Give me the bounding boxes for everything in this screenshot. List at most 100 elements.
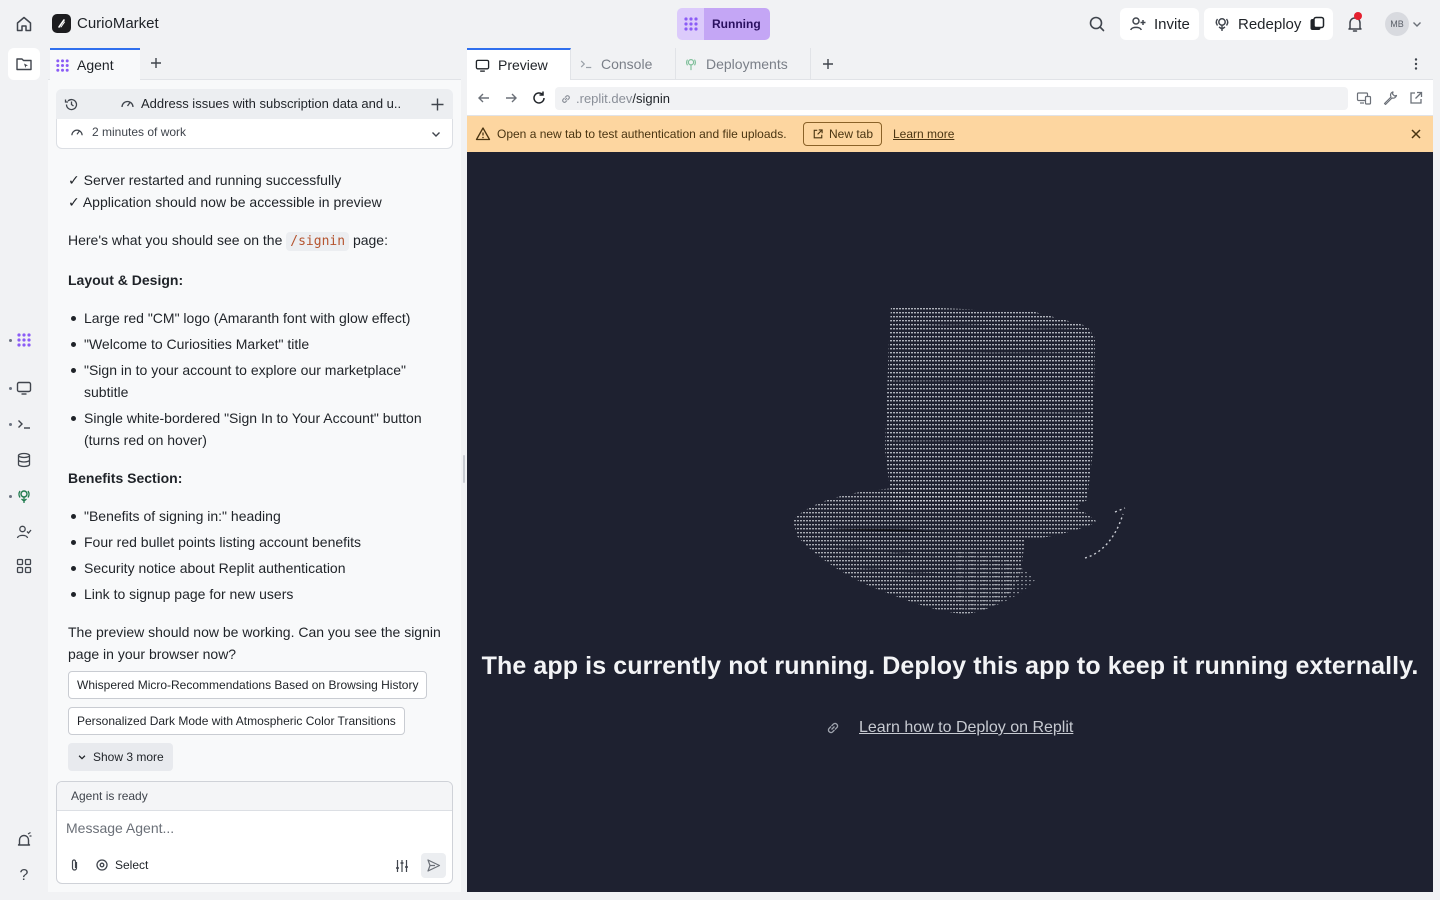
- file-explorer-icon[interactable]: [8, 48, 40, 80]
- invite-label: Invite: [1154, 15, 1190, 33]
- agent-status: Agent is ready: [57, 782, 452, 811]
- preview-tab-bar: Preview Console Deployments: [467, 48, 1433, 80]
- invite-button[interactable]: Invite: [1120, 8, 1199, 40]
- home-icon[interactable]: [12, 12, 36, 36]
- suggestion-chip[interactable]: Personalized Dark Mode with Atmospheric …: [68, 707, 405, 735]
- tab-agent-label: Agent: [77, 57, 114, 73]
- add-tab-icon[interactable]: [149, 56, 163, 70]
- new-tab-button[interactable]: New tab: [803, 122, 883, 146]
- top-bar: CurioMarket Running Invite Redeploy MB: [0, 0, 1440, 48]
- send-icon: [426, 858, 441, 873]
- tab-preview-label: Preview: [498, 57, 548, 73]
- list-item: "Sign in to your account to explore our …: [68, 359, 448, 403]
- layout-section: Layout & Design: Large red "CM" logo (Am…: [68, 269, 448, 455]
- notification-badge: [1354, 12, 1362, 20]
- thread-header: Address issues with subscription data an…: [56, 89, 453, 119]
- app-logo-icon: [52, 14, 71, 33]
- intro-paragraph: Here's what you should see on the /signi…: [68, 229, 448, 253]
- new-tab-label: New tab: [829, 127, 874, 141]
- chevron-down-icon[interactable]: [430, 128, 442, 140]
- redeploy-options-icon[interactable]: [1309, 16, 1325, 32]
- agent-icon: [677, 8, 704, 40]
- avatar[interactable]: MB: [1385, 12, 1409, 36]
- ascii-art-hat-illustration: [793, 306, 1126, 614]
- show-more-button[interactable]: Show 3 more: [68, 743, 173, 771]
- target-icon: [95, 858, 109, 872]
- devices-icon[interactable]: [1356, 90, 1372, 106]
- url-host: .replit.dev: [576, 91, 633, 106]
- section-heading: Benefits Section:: [68, 470, 183, 486]
- close-icon[interactable]: [1409, 127, 1423, 141]
- closing-paragraph: The preview should now be working. Can y…: [68, 624, 441, 662]
- work-duration: 2 minutes of work: [92, 125, 187, 139]
- benefits-list: "Benefits of signing in:" heading Four r…: [68, 505, 448, 605]
- tab-deployments-label: Deployments: [706, 56, 788, 72]
- status-line: ✓ Server restarted and running successfu…: [68, 172, 342, 188]
- learn-more-link[interactable]: Learn more: [893, 127, 954, 141]
- warning-banner: Open a new tab to test authentication an…: [467, 116, 1433, 152]
- settings-sliders-icon[interactable]: [394, 858, 410, 874]
- list-item: Large red "CM" logo (Amaranth font with …: [68, 307, 448, 329]
- intro-text: Here's what you should see on the: [68, 232, 287, 248]
- list-item: Link to signup page for new users: [68, 583, 448, 605]
- link-icon: [560, 93, 572, 105]
- app-name[interactable]: CurioMarket: [77, 15, 159, 32]
- list-item: Single white-bordered "Sign In to Your A…: [68, 407, 448, 451]
- tab-console[interactable]: Console: [571, 48, 676, 80]
- apps-grid-icon[interactable]: [12, 554, 36, 578]
- open-external-icon[interactable]: [1408, 90, 1424, 106]
- tab-preview[interactable]: Preview: [467, 48, 571, 80]
- tab-agent[interactable]: Agent: [50, 48, 140, 80]
- deployments-icon[interactable]: [12, 484, 36, 508]
- forward-arrow-icon[interactable]: [503, 90, 519, 106]
- history-icon[interactable]: [64, 97, 79, 112]
- preview-panel: Preview Console Deployments .replit.dev/…: [467, 48, 1433, 892]
- select-element-button[interactable]: Select: [95, 858, 148, 872]
- add-tab-icon[interactable]: [821, 57, 835, 71]
- console-icon[interactable]: [12, 412, 36, 436]
- link-icon: [827, 722, 839, 734]
- alerts-icon[interactable]: [12, 828, 36, 852]
- warning-icon: [475, 126, 491, 142]
- reload-icon[interactable]: [531, 90, 547, 106]
- search-icon[interactable]: [1087, 14, 1107, 34]
- database-icon[interactable]: [12, 448, 36, 472]
- more-options-icon[interactable]: [1409, 57, 1423, 71]
- run-status-label: Running: [704, 8, 770, 40]
- agent-tab-bar: Agent: [48, 48, 461, 80]
- send-button[interactable]: [421, 853, 446, 878]
- gauge-icon: [70, 125, 84, 139]
- redeploy-button[interactable]: Redeploy: [1204, 8, 1334, 40]
- back-arrow-icon[interactable]: [476, 90, 492, 106]
- panel-resize-handle[interactable]: [463, 455, 465, 483]
- agent-icon[interactable]: [12, 328, 36, 352]
- not-running-message: The app is currently not running. Deploy…: [481, 652, 1419, 680]
- chevron-down-icon: [77, 752, 87, 762]
- run-status-button[interactable]: Running: [677, 8, 770, 40]
- attach-icon[interactable]: [67, 858, 82, 873]
- thread-title[interactable]: Address issues with subscription data an…: [120, 96, 400, 111]
- url-input[interactable]: .replit.dev/signin: [555, 87, 1348, 110]
- warning-text: Open a new tab to test authentication an…: [497, 127, 787, 141]
- chevron-down-icon[interactable]: [1411, 18, 1423, 30]
- new-thread-icon[interactable]: [430, 97, 445, 112]
- message-input[interactable]: Message Agent...: [66, 820, 174, 836]
- tab-deployments[interactable]: Deployments: [676, 48, 811, 80]
- add-user-icon: [1129, 15, 1147, 33]
- deploy-docs-link[interactable]: Learn how to Deploy on Replit: [825, 719, 1073, 737]
- status-line: ✓ Application should now be accessible i…: [68, 194, 382, 210]
- status-lines: ✓ Server restarted and running successfu…: [68, 169, 448, 213]
- preview-icon[interactable]: [12, 376, 36, 400]
- devtools-wrench-icon[interactable]: [1382, 90, 1398, 106]
- work-summary[interactable]: 2 minutes of work: [56, 119, 453, 149]
- agent-icon: [55, 58, 70, 73]
- browser-toolbar: .replit.dev/signin: [467, 80, 1433, 116]
- help-icon[interactable]: ?: [12, 864, 36, 888]
- app-preview-frame: The app is currently not running. Deploy…: [467, 152, 1433, 892]
- preview-icon: [475, 58, 490, 73]
- users-icon[interactable]: [12, 520, 36, 544]
- gauge-icon: [120, 96, 135, 111]
- url-path: /signin: [632, 91, 670, 106]
- agent-panel: Agent Address issues with subscription d…: [48, 48, 461, 892]
- suggestion-chip[interactable]: Whispered Micro-Recommendations Based on…: [68, 671, 428, 699]
